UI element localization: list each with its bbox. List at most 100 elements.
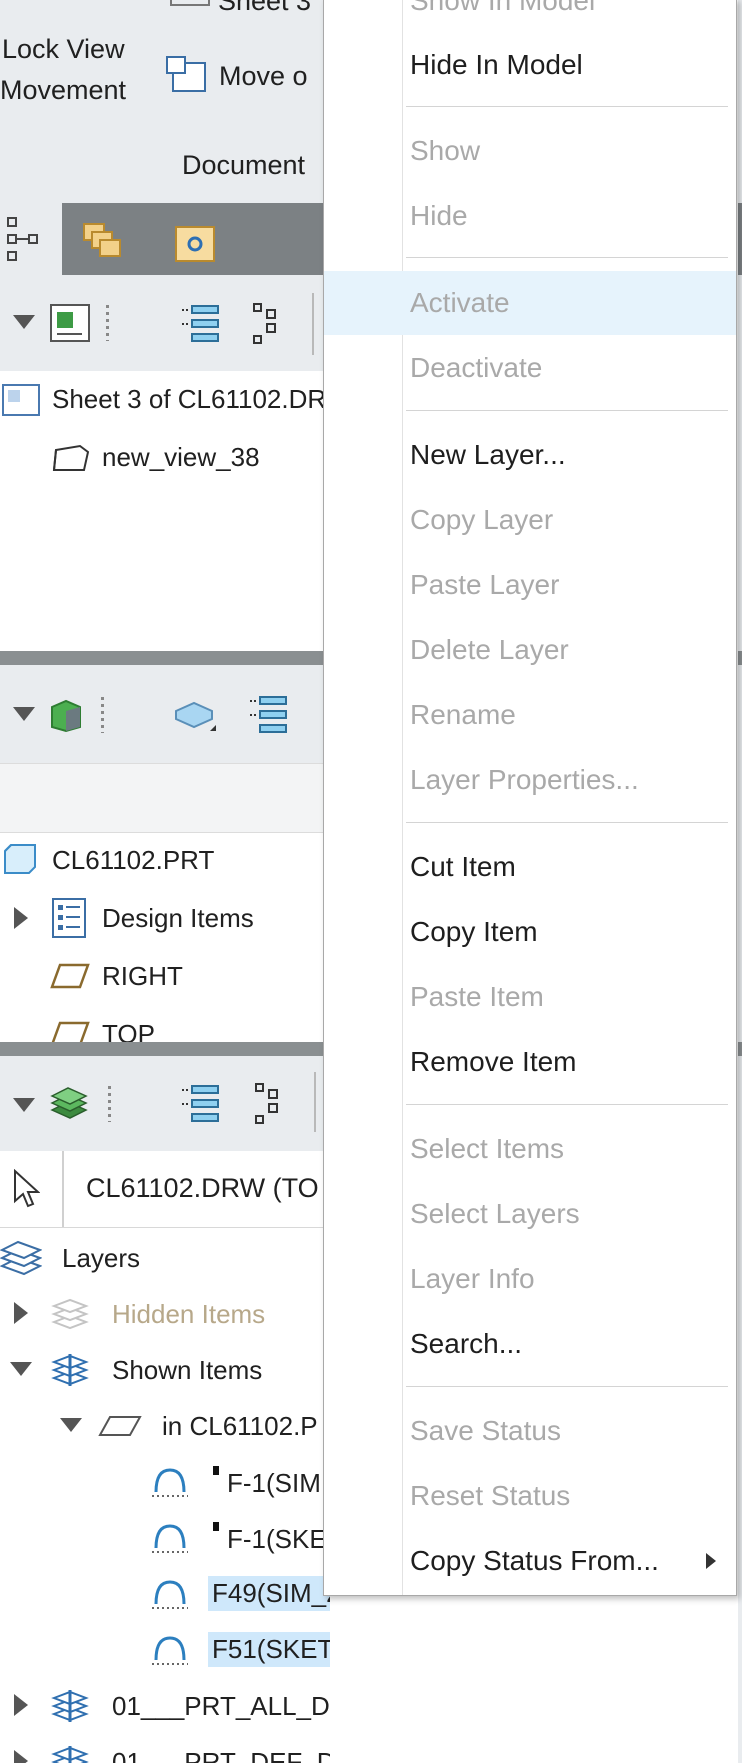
menu-item-layer-properties[interactable]: Layer Properties... bbox=[324, 748, 736, 812]
ribbon: Sheet 3 Lock View Movement Move o Docume… bbox=[0, 0, 330, 203]
select-cursor-icon[interactable] bbox=[12, 1169, 40, 1209]
menu-item-search[interactable]: Search... bbox=[324, 1312, 736, 1376]
tree-item-layer[interactable]: 01___PRT_DEF_DTM_PLN bbox=[112, 1747, 330, 1763]
tree-settings-icon[interactable] bbox=[180, 304, 220, 344]
menu-separator bbox=[406, 410, 728, 411]
left-panel: Sheet 3 Lock View Movement Move o Docume… bbox=[0, 0, 330, 1763]
sketch-feature-icon bbox=[152, 1468, 188, 1497]
shown-layer-icon bbox=[51, 1354, 89, 1386]
hidden-layer-icon bbox=[51, 1298, 89, 1330]
tree-item-part[interactable]: CL61102.PRT bbox=[52, 845, 214, 876]
tree-item-feature[interactable]: F-1(SIM bbox=[227, 1468, 321, 1499]
dropdown-arrow-icon[interactable] bbox=[13, 707, 35, 721]
menu-item-show[interactable]: Show bbox=[324, 119, 736, 183]
layers-root-icon bbox=[0, 1240, 42, 1276]
menu-item-paste-layer[interactable]: Paste Layer bbox=[324, 553, 736, 617]
menu-item-delete-layer[interactable]: Delete Layer bbox=[324, 618, 736, 682]
appearance-icon[interactable] bbox=[172, 697, 218, 733]
menu-item-select-layers[interactable]: Select Layers bbox=[324, 1182, 736, 1246]
menu-item-paste-item[interactable]: Paste Item bbox=[324, 965, 736, 1029]
tree-item-feature[interactable]: F-1(SKE bbox=[227, 1524, 327, 1555]
lock-view-line1[interactable]: Lock View bbox=[2, 34, 125, 65]
menu-item-save-status[interactable]: Save Status bbox=[324, 1399, 736, 1463]
feature-marker bbox=[213, 1466, 219, 1475]
collapse-arrow-icon[interactable] bbox=[60, 1418, 82, 1432]
menu-item-reset-status[interactable]: Reset Status bbox=[324, 1464, 736, 1528]
menu-separator bbox=[406, 257, 728, 258]
menu-item-activate[interactable]: Activate bbox=[324, 271, 736, 335]
menu-item-new-layer[interactable]: New Layer... bbox=[324, 423, 736, 487]
model-tree-icon bbox=[7, 217, 38, 261]
panel-splitter[interactable] bbox=[0, 1042, 330, 1056]
panel-splitter[interactable] bbox=[0, 651, 330, 665]
tree-item-in-model[interactable]: in CL61102.P bbox=[162, 1411, 318, 1442]
tree-item-view[interactable]: new_view_38 bbox=[102, 442, 260, 473]
menu-item-copy-status-from[interactable]: Copy Status From... bbox=[324, 1529, 736, 1593]
underlying-window-edge bbox=[738, 0, 742, 1763]
sketch-feature-icon bbox=[152, 1636, 188, 1665]
tree-settings-icon[interactable] bbox=[180, 1084, 220, 1124]
shown-layer-icon bbox=[51, 1746, 89, 1763]
drawing-tree-toolbar bbox=[0, 275, 330, 371]
tree-item-right[interactable]: RIGHT bbox=[102, 961, 183, 992]
expand-arrow-icon[interactable] bbox=[14, 907, 28, 929]
move-button-label[interactable]: Move o bbox=[219, 61, 308, 92]
menu-item-remove-item[interactable]: Remove Item bbox=[324, 1030, 736, 1094]
expand-arrow-icon[interactable] bbox=[14, 1750, 28, 1763]
sheet-icon bbox=[2, 384, 40, 416]
tree-item-feature-selected[interactable]: F49(SIM_2) bbox=[208, 1576, 330, 1611]
menu-item-layer-info[interactable]: Layer Info bbox=[324, 1247, 736, 1311]
toolbar-grip bbox=[101, 697, 104, 733]
menu-item-rename[interactable]: Rename bbox=[324, 683, 736, 747]
tree-item-layers[interactable]: Layers bbox=[62, 1243, 140, 1274]
show-tree-icon[interactable] bbox=[255, 1082, 281, 1126]
model-select-field[interactable]: CL61102.DRW (TO bbox=[86, 1173, 319, 1204]
menu-item-select-items[interactable]: Select Items bbox=[324, 1117, 736, 1181]
toolbar-grip bbox=[106, 305, 109, 341]
toolbar-separator bbox=[312, 293, 314, 355]
dropdown-arrow-icon[interactable] bbox=[13, 1098, 35, 1112]
layer-tree-toolbar bbox=[0, 1056, 330, 1151]
part-file-icon bbox=[4, 844, 36, 874]
menu-item-cut-item[interactable]: Cut Item bbox=[324, 835, 736, 899]
favorites-tab-icon[interactable] bbox=[175, 226, 215, 262]
sheet-icon bbox=[170, 0, 210, 6]
expand-arrow-icon[interactable] bbox=[14, 1302, 28, 1324]
lock-view-line2[interactable]: Movement bbox=[0, 75, 126, 106]
ribbon-group-label: Document bbox=[182, 150, 306, 180]
dropdown-arrow-icon[interactable] bbox=[13, 315, 35, 329]
menu-item-deactivate[interactable]: Deactivate bbox=[324, 336, 736, 400]
menu-item-hide-in-model[interactable]: Hide In Model bbox=[324, 33, 736, 97]
context-menu: Show In Model Hide In Model Show Hide Ac… bbox=[323, 0, 737, 1596]
submenu-arrow-icon bbox=[706, 1553, 716, 1569]
tree-item-feature-selected[interactable]: F51(SKETCH_4) bbox=[208, 1632, 330, 1667]
menu-item-show-in-model[interactable]: Show In Model bbox=[324, 0, 736, 33]
tree-item-design-items[interactable]: Design Items bbox=[102, 903, 254, 934]
move-icon-back bbox=[166, 56, 186, 74]
collapse-arrow-icon[interactable] bbox=[10, 1362, 32, 1376]
datum-plane-icon bbox=[50, 963, 90, 989]
menu-item-hide[interactable]: Hide bbox=[324, 184, 736, 248]
view-icon bbox=[52, 444, 90, 471]
model-tree-filter-row[interactable] bbox=[0, 763, 330, 833]
sketch-feature-icon bbox=[152, 1580, 188, 1609]
folder-browser-tab-icon[interactable] bbox=[82, 220, 124, 262]
tree-item-layer[interactable]: 01___PRT_ALL_DTM_PLN bbox=[112, 1691, 330, 1722]
model-plane-icon bbox=[98, 1416, 142, 1436]
menu-separator bbox=[406, 106, 728, 107]
tree-item-hidden-items[interactable]: Hidden Items bbox=[112, 1299, 265, 1330]
underlying-divider bbox=[738, 651, 742, 665]
drawing-tree-icon bbox=[50, 304, 90, 342]
sheet-button-label[interactable]: Sheet 3 bbox=[218, 0, 311, 17]
menu-item-copy-item[interactable]: Copy Item bbox=[324, 900, 736, 964]
menu-item-copy-layer[interactable]: Copy Layer bbox=[324, 488, 736, 552]
tree-item-sheet[interactable]: Sheet 3 of CL61102.DR bbox=[52, 384, 326, 415]
expand-arrow-icon[interactable] bbox=[14, 1694, 28, 1716]
tree-item-shown-items[interactable]: Shown Items bbox=[112, 1355, 262, 1386]
tab-model-tree[interactable] bbox=[0, 203, 62, 275]
underlying-divider bbox=[738, 1042, 742, 1056]
model-selector-row: CL61102.DRW (TO bbox=[0, 1151, 330, 1228]
feature-marker bbox=[213, 1522, 219, 1531]
tree-settings-icon[interactable] bbox=[248, 695, 288, 735]
show-tree-icon[interactable] bbox=[253, 302, 279, 346]
